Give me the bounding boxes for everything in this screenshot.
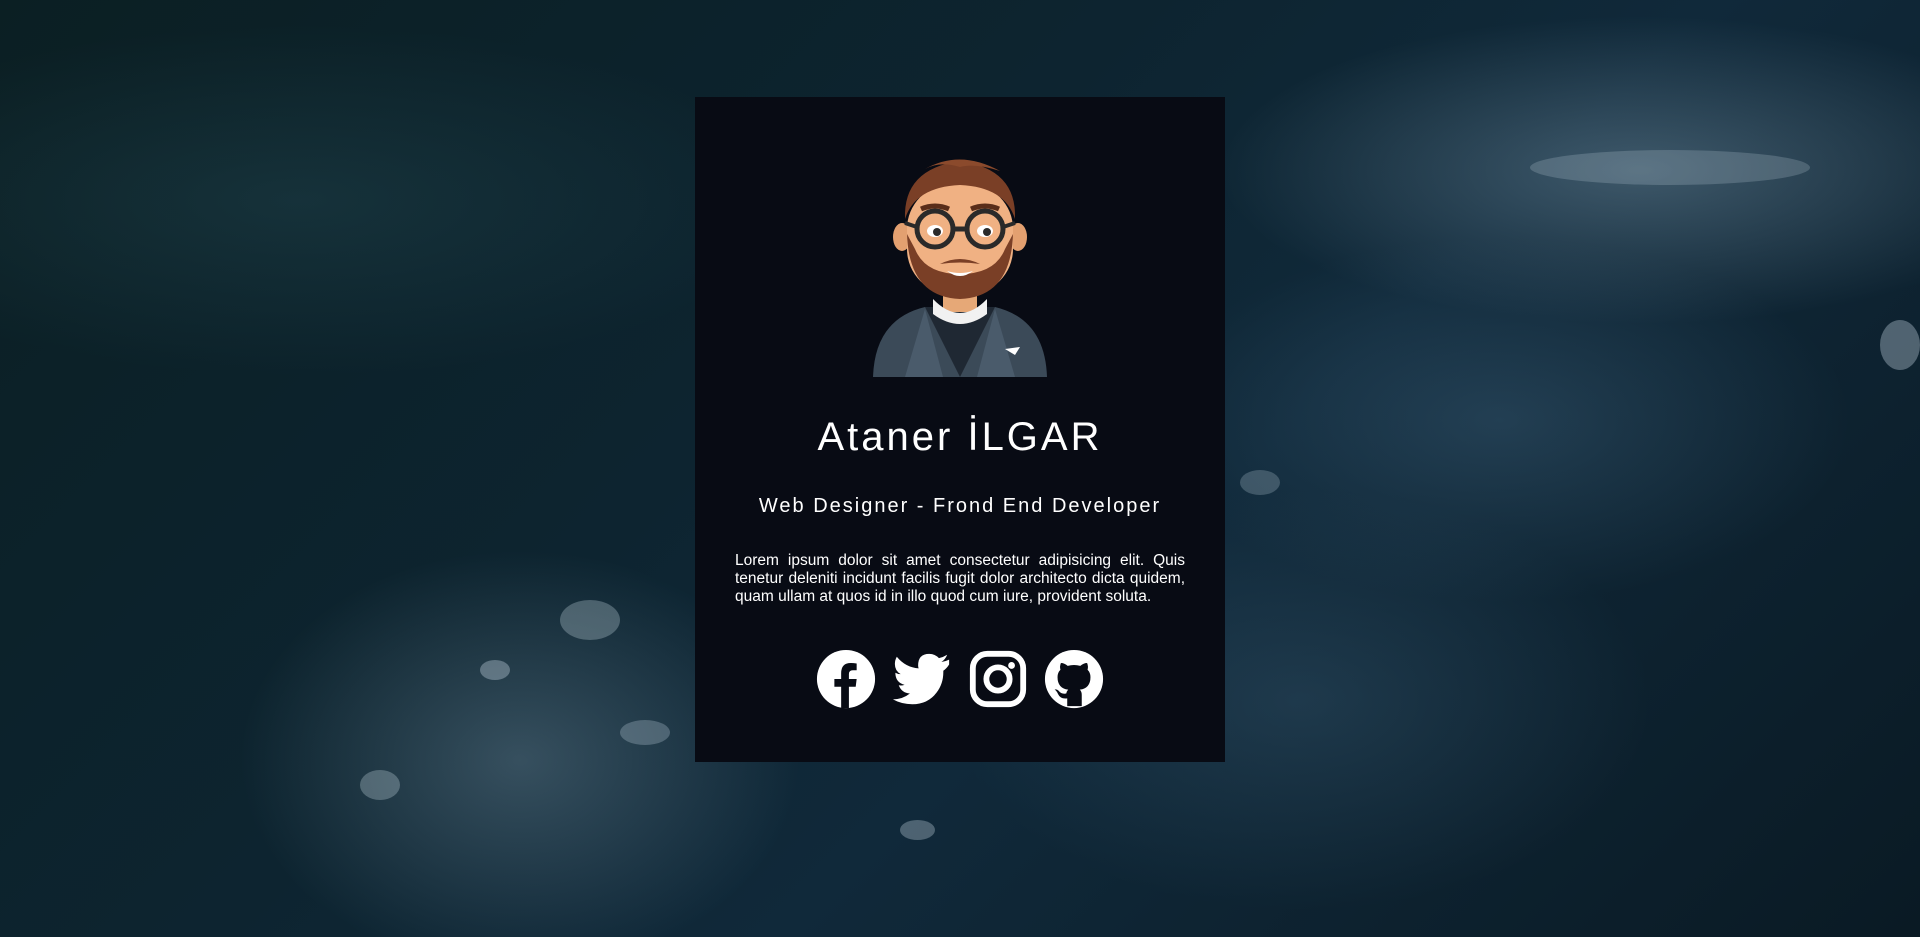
instagram-icon bbox=[969, 650, 1027, 708]
social-links bbox=[695, 648, 1225, 710]
github-link[interactable] bbox=[1043, 648, 1105, 710]
twitter-link[interactable] bbox=[891, 648, 953, 710]
avatar bbox=[873, 159, 1047, 377]
instagram-link[interactable] bbox=[967, 648, 1029, 710]
profile-card: Ataner İLGAR Web Designer - Frond End De… bbox=[695, 97, 1225, 762]
facebook-icon bbox=[816, 649, 876, 709]
facebook-link[interactable] bbox=[815, 648, 877, 710]
profile-name: Ataner İLGAR bbox=[817, 415, 1103, 459]
github-icon bbox=[1044, 649, 1104, 709]
twitter-icon bbox=[892, 653, 950, 705]
profile-bio: Lorem ipsum dolor sit amet consectetur a… bbox=[735, 552, 1185, 605]
profile-title: Web Designer - Frond End Developer bbox=[758, 495, 1162, 517]
